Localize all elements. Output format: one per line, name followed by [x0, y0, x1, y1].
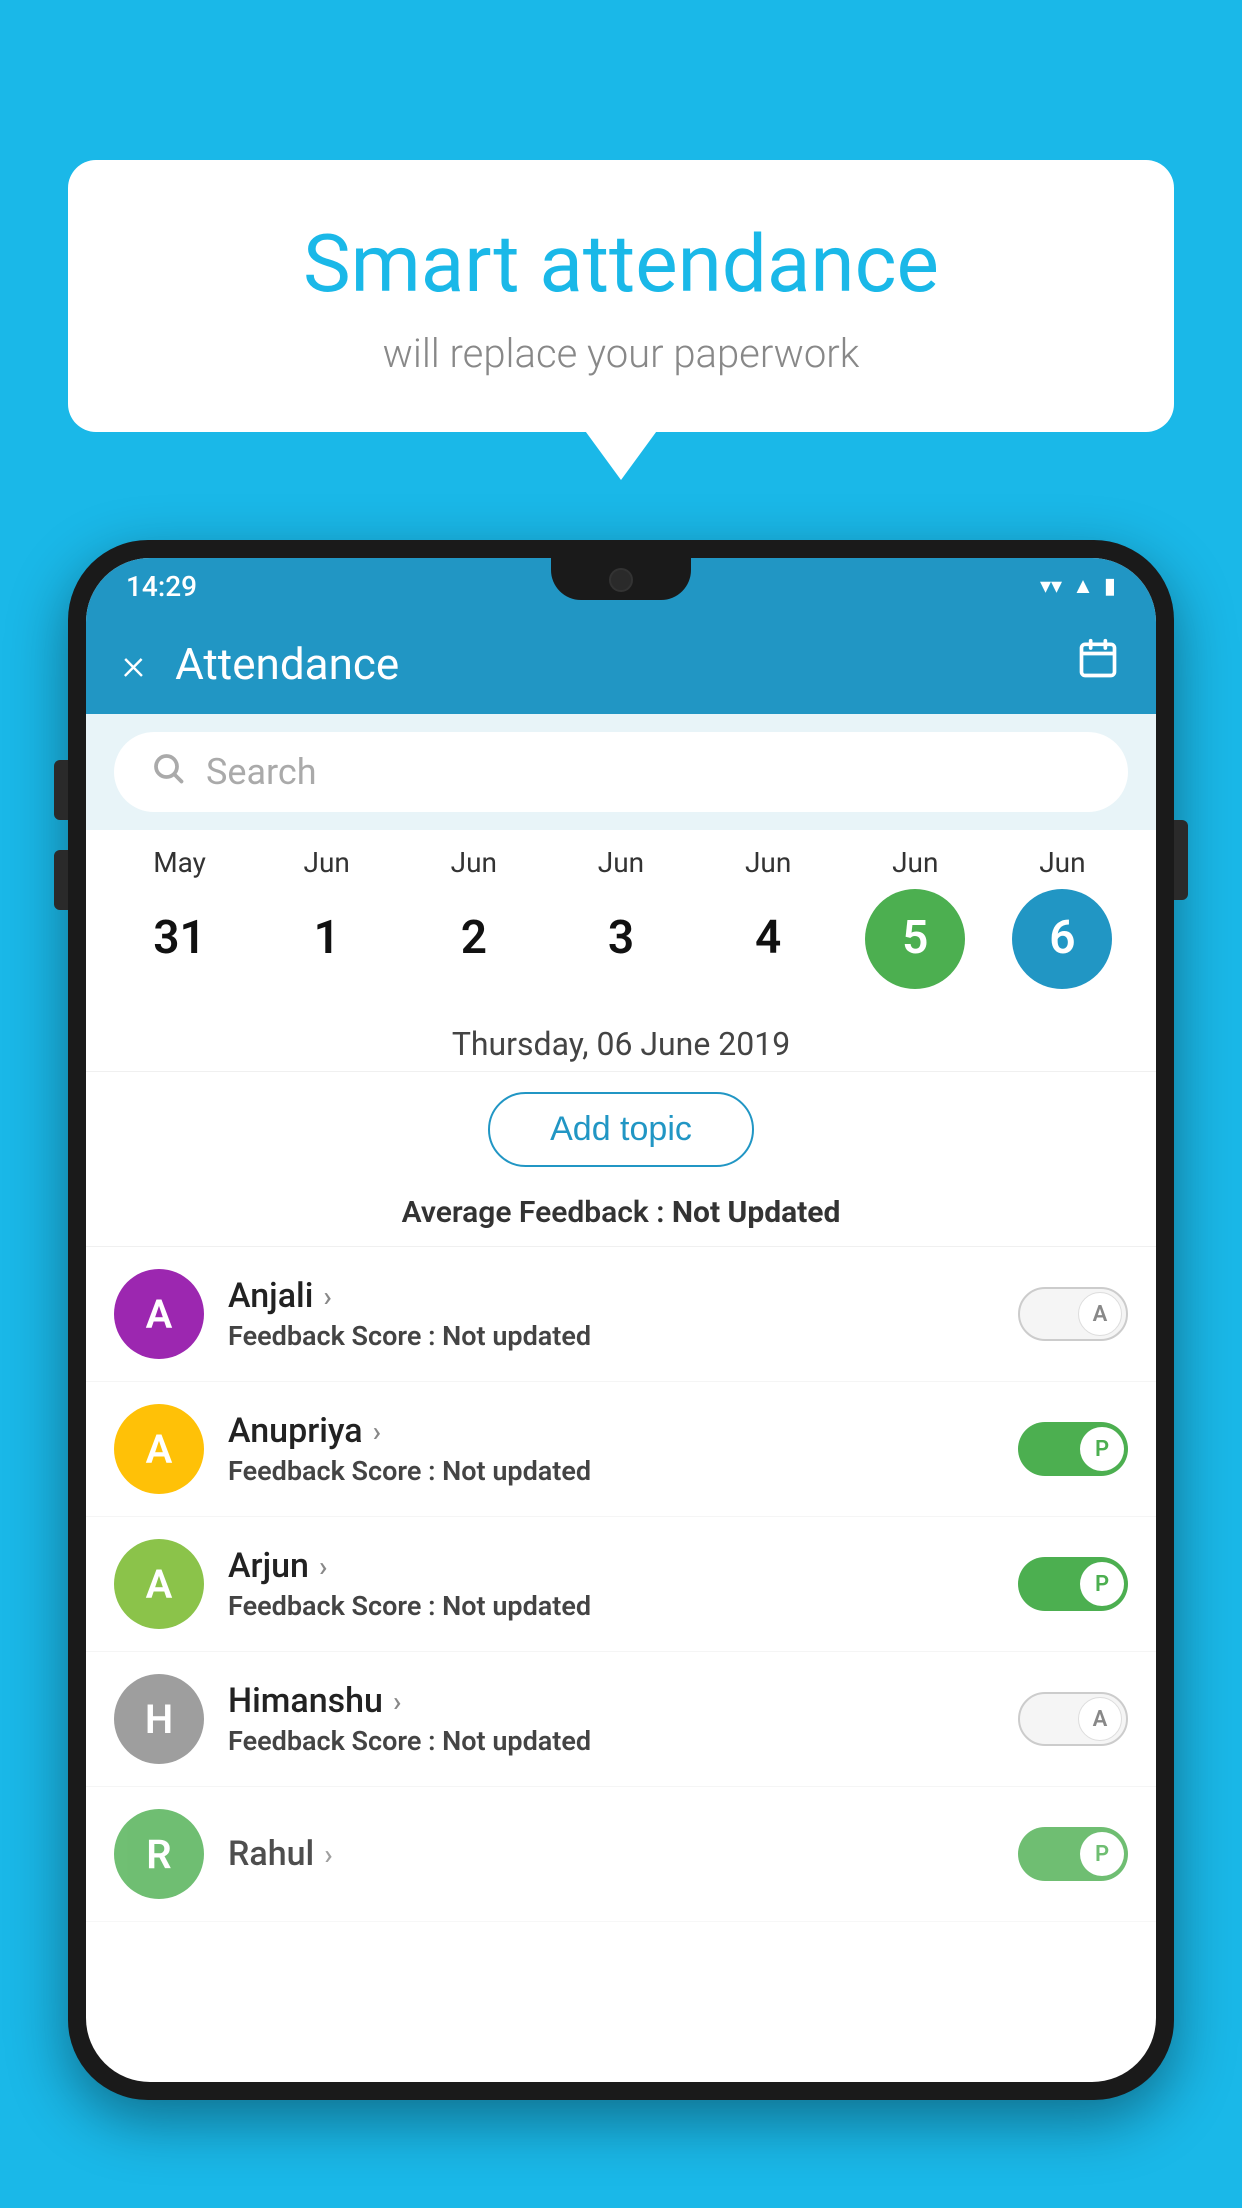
close-button[interactable]: ×: [122, 638, 145, 690]
signal-icon: ▲: [1072, 573, 1094, 599]
date-3[interactable]: 3: [556, 911, 686, 966]
toggle-circle-rahul: P: [1080, 1832, 1124, 1876]
month-4: Jun: [703, 846, 833, 879]
student-info-arjun[interactable]: Arjun › Feedback Score : Not updated: [228, 1546, 994, 1622]
chevron-icon: ›: [324, 1838, 332, 1871]
chevron-icon: ›: [393, 1685, 401, 1718]
toggle-circle-anjali: A: [1078, 1292, 1122, 1336]
student-feedback-anjali: Feedback Score : Not updated: [228, 1320, 994, 1352]
add-topic-button[interactable]: Add topic: [488, 1092, 754, 1167]
chevron-icon: ›: [319, 1550, 327, 1583]
feedback-summary: Average Feedback : Not Updated: [86, 1187, 1156, 1247]
status-icons: ▾▾ ▲ ▮: [1040, 573, 1116, 599]
student-item: R Rahul › P: [86, 1787, 1156, 1922]
toggle-arjun[interactable]: P: [1018, 1557, 1128, 1611]
toggle-rahul[interactable]: P: [1018, 1827, 1128, 1881]
wifi-icon: ▾▾: [1040, 574, 1062, 599]
date-4[interactable]: 4: [703, 911, 833, 966]
chevron-icon: ›: [323, 1280, 331, 1313]
student-name-anupriya: Anupriya ›: [228, 1411, 994, 1451]
notch-camera: [609, 568, 633, 592]
student-info-rahul[interactable]: Rahul ›: [228, 1834, 994, 1874]
student-info-himanshu[interactable]: Himanshu › Feedback Score : Not updated: [228, 1681, 994, 1757]
student-feedback-anupriya: Feedback Score : Not updated: [228, 1455, 994, 1487]
toggle-circle-arjun: P: [1080, 1562, 1124, 1606]
date-5-today[interactable]: 5: [850, 889, 980, 989]
chevron-icon: ›: [373, 1415, 381, 1448]
avatar-arjun: A: [114, 1539, 204, 1629]
speech-bubble: Smart attendance will replace your paper…: [68, 160, 1174, 432]
student-info-anjali[interactable]: Anjali › Feedback Score : Not updated: [228, 1276, 994, 1352]
avatar-anjali: A: [114, 1269, 204, 1359]
student-name-himanshu: Himanshu ›: [228, 1681, 994, 1721]
date-1[interactable]: 1: [262, 911, 392, 966]
month-6: Jun: [997, 846, 1127, 879]
avatar-himanshu: H: [114, 1674, 204, 1764]
search-bar-container: Search: [86, 714, 1156, 830]
status-time: 14:29: [126, 570, 197, 603]
student-item: A Arjun › Feedback Score : Not updated P: [86, 1517, 1156, 1652]
month-2: Jun: [409, 846, 539, 879]
month-0: May: [115, 846, 245, 879]
date-31[interactable]: 31: [115, 911, 245, 966]
phone-container: 14:29 ▾▾ ▲ ▮ × Attendance: [68, 540, 1174, 2208]
selected-date-label: Thursday, 06 June 2019: [86, 1009, 1156, 1072]
speech-bubble-container: Smart attendance will replace your paper…: [68, 160, 1174, 432]
search-placeholder: Search: [206, 751, 317, 793]
date-months: May Jun Jun Jun Jun Jun Jun: [106, 846, 1136, 879]
student-list: A Anjali › Feedback Score : Not updated …: [86, 1247, 1156, 1922]
student-info-anupriya[interactable]: Anupriya › Feedback Score : Not updated: [228, 1411, 994, 1487]
calendar-icon[interactable]: [1076, 637, 1120, 691]
search-icon: [150, 750, 186, 795]
toggle-himanshu[interactable]: A: [1018, 1692, 1128, 1746]
toggle-circle-himanshu: A: [1078, 1697, 1122, 1741]
student-name-rahul: Rahul ›: [228, 1834, 994, 1874]
date-6-selected[interactable]: 6: [997, 889, 1127, 989]
student-feedback-arjun: Feedback Score : Not updated: [228, 1590, 994, 1622]
month-3: Jun: [556, 846, 686, 879]
avatar-anupriya: A: [114, 1404, 204, 1494]
toggle-anupriya[interactable]: P: [1018, 1422, 1128, 1476]
feedback-value: Not Updated: [672, 1195, 841, 1230]
add-topic-container: Add topic: [86, 1072, 1156, 1187]
app-bar-title: Attendance: [175, 638, 1046, 690]
avatar-rahul: R: [114, 1809, 204, 1899]
phone-inner: 14:29 ▾▾ ▲ ▮ × Attendance: [86, 558, 1156, 2082]
speech-bubble-subtitle: will replace your paperwork: [118, 330, 1124, 377]
speech-bubble-title: Smart attendance: [118, 220, 1124, 308]
phone-outer: 14:29 ▾▾ ▲ ▮ × Attendance: [68, 540, 1174, 2100]
student-item: A Anupriya › Feedback Score : Not update…: [86, 1382, 1156, 1517]
month-1: Jun: [262, 846, 392, 879]
calendar-row: May Jun Jun Jun Jun Jun Jun 31 1 2 3 4 5: [86, 830, 1156, 1009]
date-2[interactable]: 2: [409, 911, 539, 966]
student-name-anjali: Anjali ›: [228, 1276, 994, 1316]
month-5: Jun: [850, 846, 980, 879]
date-numbers: 31 1 2 3 4 5 6: [106, 889, 1136, 989]
student-feedback-himanshu: Feedback Score : Not updated: [228, 1725, 994, 1757]
app-bar: × Attendance: [86, 614, 1156, 714]
search-bar[interactable]: Search: [114, 732, 1128, 812]
battery-icon: ▮: [1104, 574, 1116, 599]
phone-notch: [551, 558, 691, 600]
feedback-label: Average Feedback :: [402, 1195, 665, 1230]
toggle-anjali[interactable]: A: [1018, 1287, 1128, 1341]
student-item: A Anjali › Feedback Score : Not updated …: [86, 1247, 1156, 1382]
toggle-circle-anupriya: P: [1080, 1427, 1124, 1471]
student-item: H Himanshu › Feedback Score : Not update…: [86, 1652, 1156, 1787]
student-name-arjun: Arjun ›: [228, 1546, 994, 1586]
